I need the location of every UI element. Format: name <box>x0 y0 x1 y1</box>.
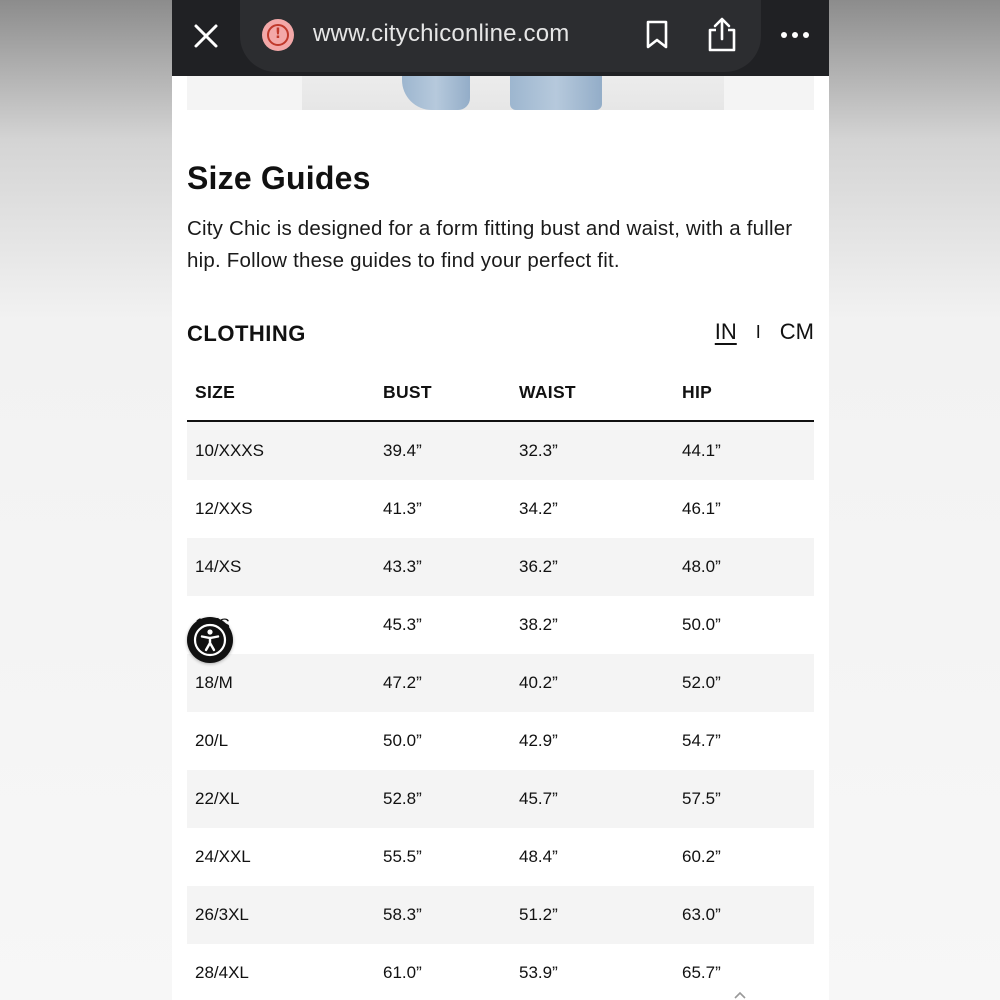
cell-waist: 40.2” <box>519 654 682 712</box>
accessibility-button[interactable] <box>187 617 233 663</box>
jeans-leg-right <box>510 76 602 110</box>
bookmark-button[interactable] <box>638 16 676 54</box>
bookmark-icon <box>646 20 668 49</box>
jeans-leg-left <box>402 76 470 110</box>
cell-size: 22/XL <box>187 770 383 828</box>
cell-bust: 52.8” <box>383 770 519 828</box>
warning-glyph: ! <box>267 24 289 46</box>
cell-hip: 48.0” <box>682 538 814 596</box>
more-icon <box>781 32 809 38</box>
cell-waist: 34.2” <box>519 499 558 518</box>
close-icon <box>194 24 218 48</box>
cell-size: 14/XS <box>187 538 383 596</box>
cell-bust: 50.0” <box>383 731 422 750</box>
cell-size: 12/XXS <box>195 499 253 518</box>
cell-waist: 38.2” <box>519 615 558 634</box>
cell-waist: 51.2” <box>519 886 682 944</box>
unit-in-button[interactable]: IN <box>715 319 737 345</box>
cell-bust: 55.5” <box>383 847 422 866</box>
table-row: 18/M 47.2” 40.2” 52.0” <box>187 654 814 712</box>
address-bar[interactable]: ! www.citychiconline.com <box>240 0 761 72</box>
cell-bust: 45.3” <box>383 615 422 634</box>
cell-hip: 60.2” <box>682 847 721 866</box>
cell-size: 26/3XL <box>187 886 383 944</box>
cell-bust: 58.3” <box>383 886 519 944</box>
cell-bust: 61.0” <box>383 963 422 982</box>
size-table: SIZE BUST WAIST HIP 10/XXXS 39.4” 32.3” … <box>187 364 814 1000</box>
cell-waist: 36.2” <box>519 538 682 596</box>
unit-toggle: IN I CM <box>715 319 814 345</box>
warning-icon[interactable]: ! <box>262 19 294 51</box>
intro-text: City Chic is designed for a form fitting… <box>187 217 793 272</box>
header-hip: HIP <box>682 364 814 422</box>
table-row: 14/XS 43.3” 36.2” 48.0” <box>187 538 814 596</box>
cell-bust: 41.3” <box>383 499 422 518</box>
cell-hip: 46.1” <box>682 499 721 518</box>
phone-screen: ! www.citychiconline.com Size Guides Cit… <box>172 0 829 1000</box>
section-heading-clothing: CLOTHING <box>187 321 306 346</box>
table-row: 28/4XL 61.0” 53.9” 65.7” <box>187 944 814 1000</box>
page-title: Size Guides <box>187 160 371 196</box>
header-waist: WAIST <box>519 364 682 422</box>
url-text[interactable]: www.citychiconline.com <box>313 20 569 48</box>
cell-waist: 45.7” <box>519 770 682 828</box>
cell-hip: 63.0” <box>682 886 814 944</box>
cell-hip: 57.5” <box>682 770 814 828</box>
more-options-button[interactable] <box>777 20 813 50</box>
cell-hip: 50.0” <box>682 615 721 634</box>
table-row: 10/XXXS 39.4” 32.3” 44.1” <box>187 421 814 480</box>
table-row: 24/XXL 55.5” 48.4” 60.2” <box>187 828 814 886</box>
product-image <box>302 76 724 110</box>
cell-size: 10/XXXS <box>187 421 383 480</box>
cell-bust: 43.3” <box>383 538 519 596</box>
header-size: SIZE <box>187 364 383 422</box>
cell-hip: 44.1” <box>682 421 814 480</box>
table-header-row: SIZE BUST WAIST HIP <box>187 364 814 422</box>
cell-waist: 32.3” <box>519 421 682 480</box>
close-button[interactable] <box>186 16 226 56</box>
browser-toolbar: ! www.citychiconline.com <box>172 0 829 76</box>
table-row: 16/S 45.3” 38.2” 50.0” <box>187 596 814 654</box>
cell-bust: 39.4” <box>383 421 519 480</box>
cell-hip: 52.0” <box>682 654 814 712</box>
table-row: 22/XL 52.8” 45.7” 57.5” <box>187 770 814 828</box>
chevron-up-icon[interactable] <box>733 990 747 1000</box>
cell-size: 20/L <box>195 731 229 750</box>
cell-size: 28/4XL <box>195 963 249 982</box>
cell-size: 18/M <box>187 654 383 712</box>
cell-waist: 48.4” <box>519 847 558 866</box>
table-row: 26/3XL 58.3” 51.2” 63.0” <box>187 886 814 944</box>
cell-bust: 47.2” <box>383 654 519 712</box>
share-button[interactable] <box>701 14 743 56</box>
table-row: 20/L 50.0” 42.9” 54.7” <box>187 712 814 770</box>
share-icon <box>708 17 736 52</box>
cell-hip: 54.7” <box>682 731 721 750</box>
cell-waist: 53.9” <box>519 963 558 982</box>
cell-size: 24/XXL <box>195 847 251 866</box>
table-row: 12/XXS 41.3” 34.2” 46.1” <box>187 480 814 538</box>
unit-cm-button[interactable]: CM <box>780 319 814 345</box>
accessibility-icon <box>193 623 227 657</box>
cell-hip: 65.7” <box>682 963 721 982</box>
cell-waist: 42.9” <box>519 731 558 750</box>
unit-separator: I <box>755 321 761 342</box>
header-bust: BUST <box>383 364 519 422</box>
